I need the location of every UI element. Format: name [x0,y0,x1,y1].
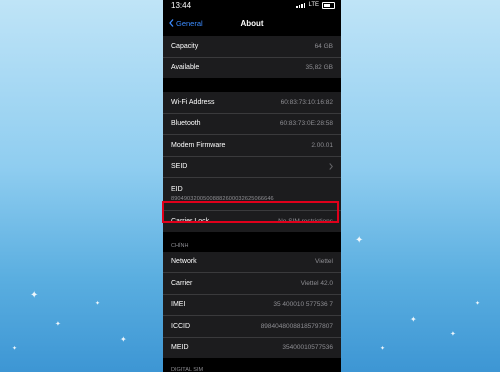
back-label: General [176,18,203,28]
sparkle-decoration: ✦ [380,346,386,352]
chevron-right-icon [329,163,333,171]
sparkle-decoration: ✦ [55,321,61,328]
sparkle-decoration: ✦ [95,301,101,307]
carrier-row: Carrier Viettel 42.0 [163,273,341,295]
nav-bar: General About [163,10,341,36]
seid-row[interactable]: SEID [163,157,341,178]
digital-sim-header: DIGITAL SIM [171,367,204,372]
storage-group: Capacity 64 GB Available 35,82 GB [163,36,341,78]
signal-icon [296,2,306,8]
capacity-row: Capacity 64 GB [163,36,341,58]
bluetooth-row: Bluetooth 60:83:73:0E:28:58 [163,114,341,135]
phone-screen: 13:44 LTE General About Capacity 64 GB A… [163,0,341,372]
iccid-row: ICCID 8984048008818579780​7 [163,316,341,338]
available-row: Available 35,82 GB [171,64,333,72]
back-button[interactable]: General [163,19,203,28]
sparkle-decoration: ✦ [355,235,364,246]
status-bar: 13:44 LTE [163,0,341,10]
carrier-lock-row: Carrier Lock No SIM restrictions [171,217,333,225]
status-time: 13:44 [171,0,192,10]
sparkle-decoration: ✦ [30,290,39,301]
meid-row: MEID 35400010577536 [171,344,333,352]
sparkle-decoration: ✦ [450,331,456,338]
sparkle-decoration: ✦ [120,335,127,344]
wifi-address-row: Wi-Fi Address 60:83:73:10:16:82 [163,92,341,114]
sim-section-header: CHÍNH [171,242,189,249]
sim-group: Network Viettel Carrier Viettel 42.0 IME… [163,251,341,358]
network-row: Network Viettel [163,252,341,273]
sparkle-decoration: ✦ [410,315,417,324]
chevron-left-icon [169,19,174,27]
imei-row: IMEI 35 400010 577536 7 [163,295,341,316]
sparkle-decoration: ✦ [475,301,481,307]
hardware-group: Wi-Fi Address 60:83:73:10:16:82 Bluetoot… [163,92,341,232]
battery-icon [322,1,335,9]
network-type: LTE [308,2,319,8]
modem-firmware-row: Modem Firmware 2.00.01 [163,135,341,157]
sparkle-decoration: ✦ [12,346,18,352]
eid-row: EID 89049032005008882600032625066646 [163,178,341,211]
